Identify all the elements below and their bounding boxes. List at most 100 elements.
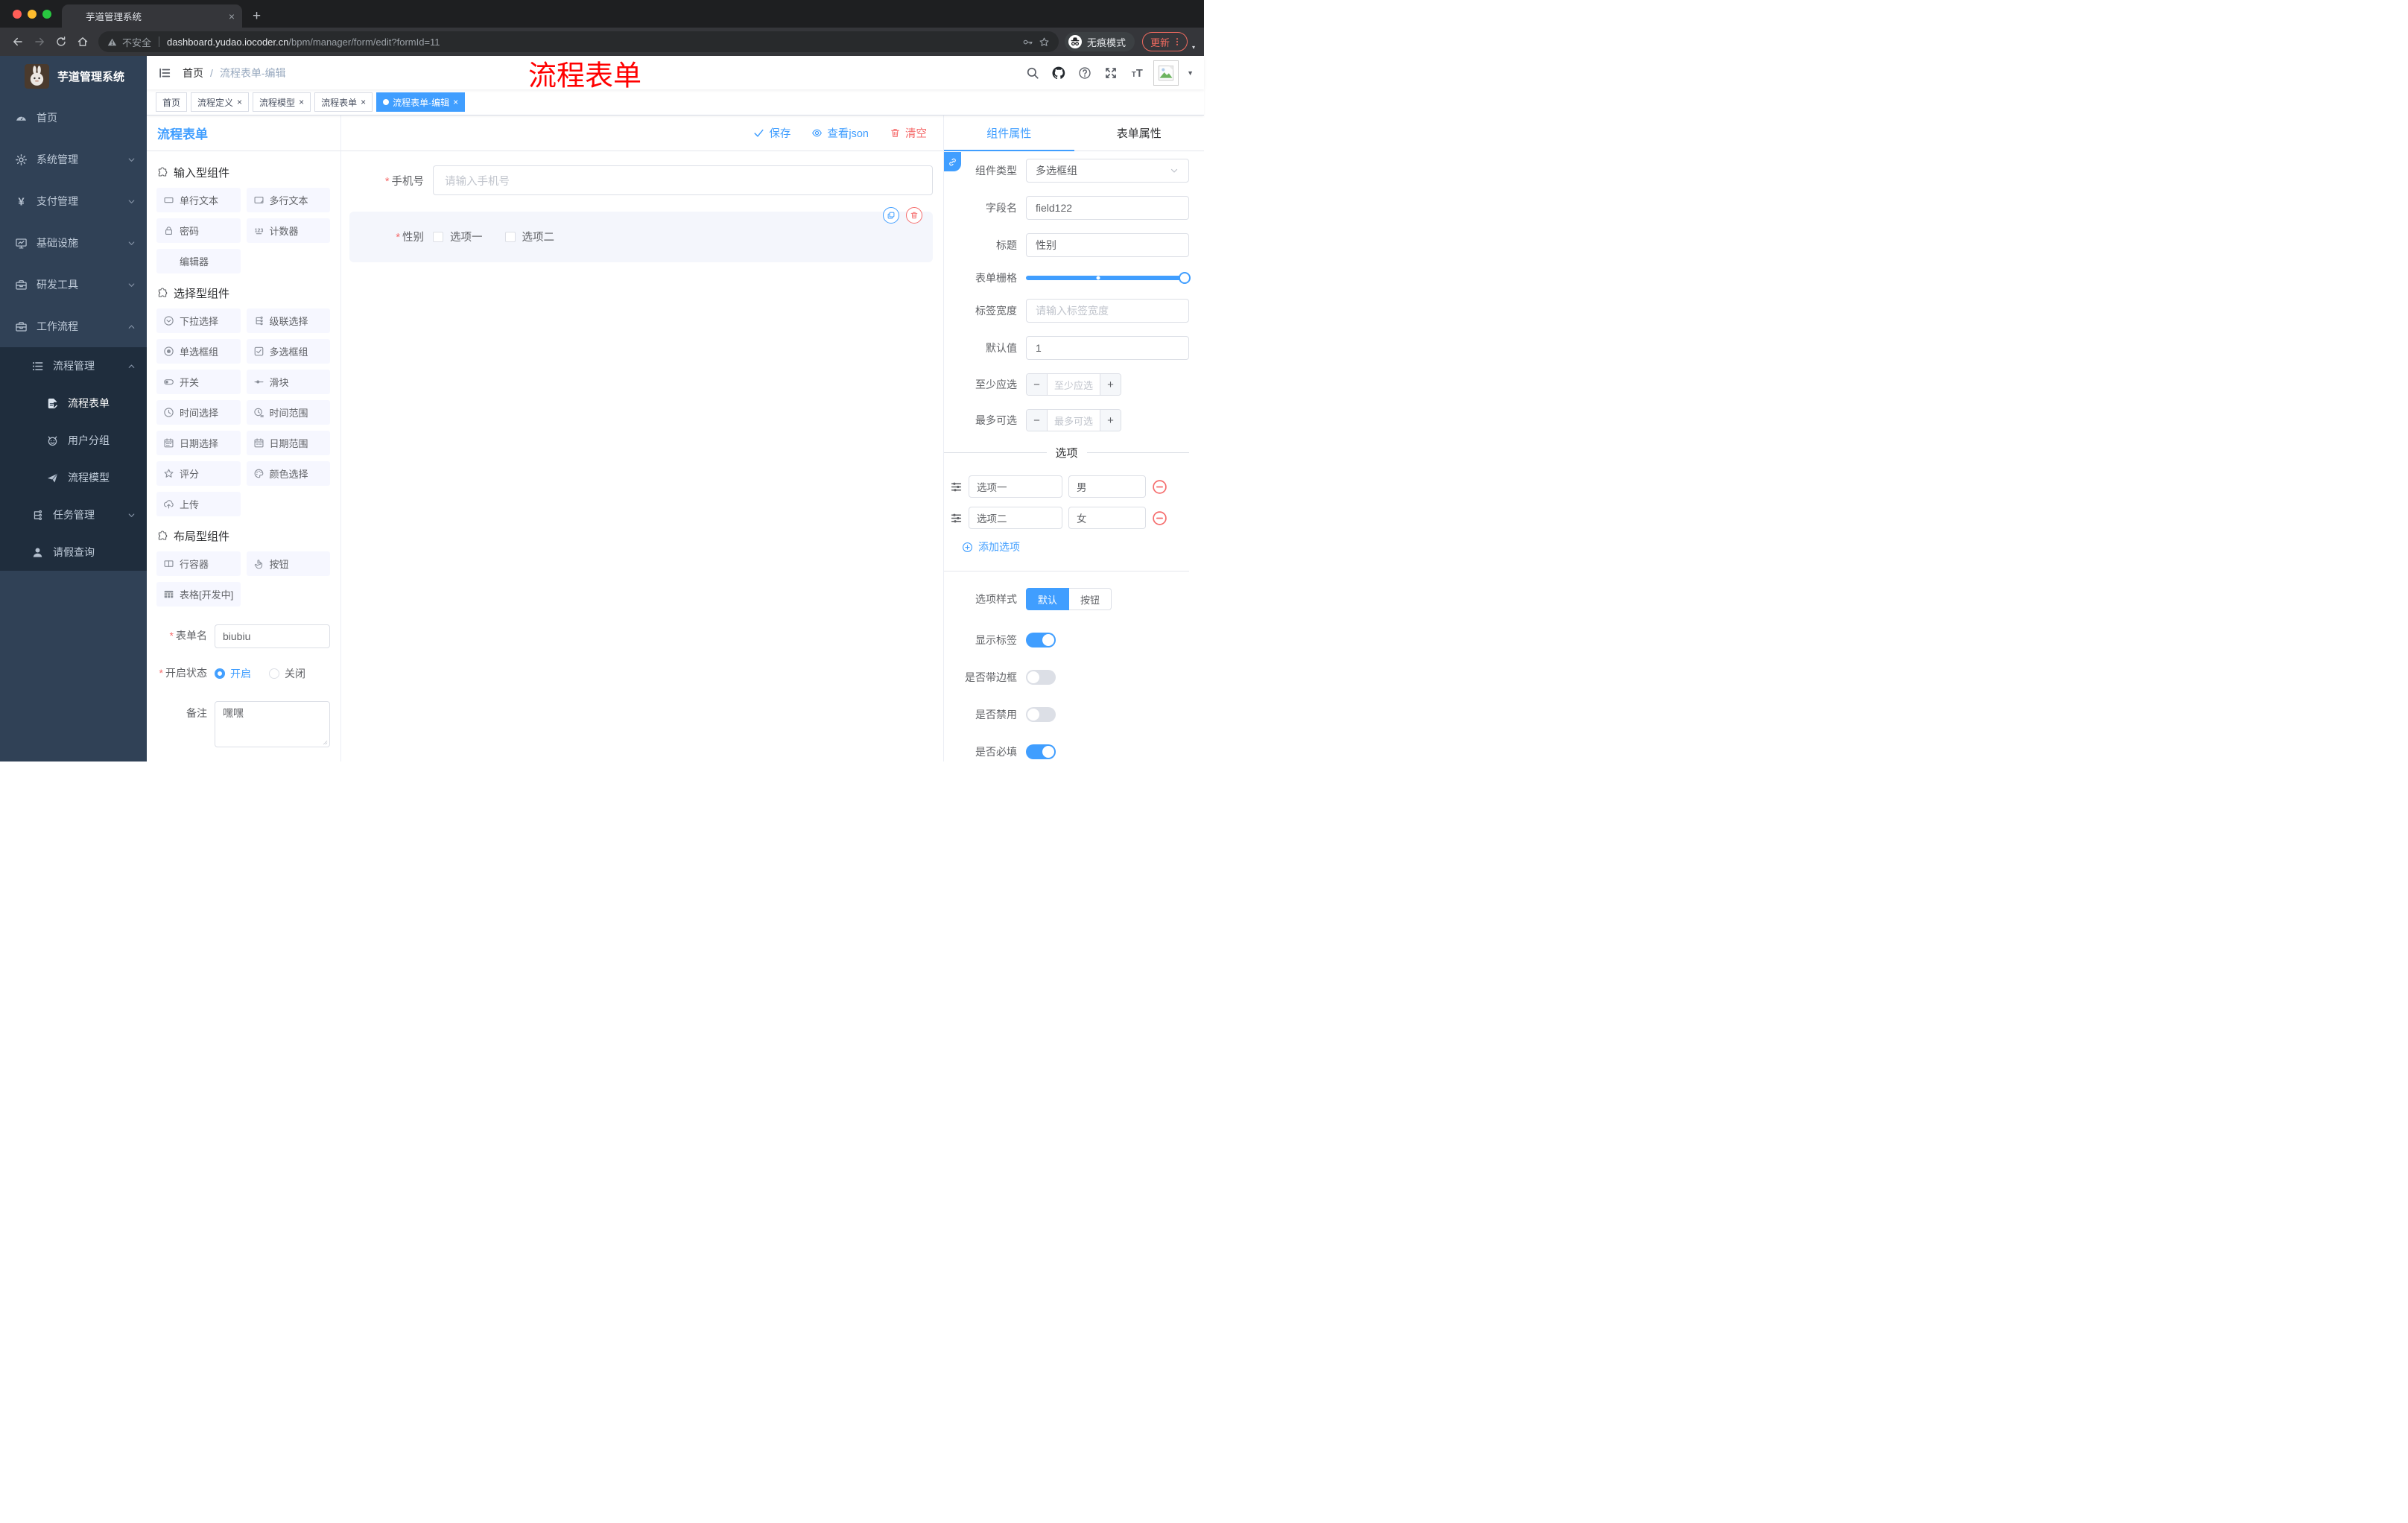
drawer-handle[interactable] [944,152,961,171]
tag-process-form[interactable]: 流程表单 × [314,92,373,112]
avatar[interactable] [1153,60,1179,86]
status-off-radio[interactable]: 关闭 [269,666,305,681]
palette-item-multi-line-text[interactable]: 多行文本 [246,188,330,212]
close-tag-icon[interactable]: × [361,98,366,107]
close-tag-icon[interactable]: × [299,98,304,107]
palette-item-upload[interactable]: 上传 [156,492,241,516]
forward-button[interactable] [29,32,49,52]
palette-item-table-dev[interactable]: 表格[开发中] [156,582,241,607]
breadcrumb-home[interactable]: 首页 [183,66,203,80]
option-label-input[interactable]: 选项一 [969,475,1062,498]
collapse-sidebar-button[interactable] [147,56,183,89]
label-width-input[interactable]: 请输入标签宽度 [1026,299,1189,323]
help-button[interactable] [1075,63,1094,83]
option-style-default-button[interactable]: 默认 [1026,588,1070,610]
option-value-input[interactable]: 男 [1068,475,1146,498]
tab-component-props[interactable]: 组件属性 [944,115,1074,151]
font-size-button[interactable]: TT [1127,63,1147,83]
sidebar-item-infrastructure[interactable]: 基础设施 [0,222,147,264]
palette-item-checkbox-group[interactable]: 多选框组 [246,339,330,364]
min-checked-input[interactable]: 至少应选 [1048,374,1100,395]
form-remark-textarea[interactable]: 嘿嘿 [215,701,330,747]
bookmark-star-icon[interactable] [1039,37,1050,48]
palette-item-date-picker[interactable]: 日期选择 [156,431,241,455]
close-tag-icon[interactable]: × [237,98,242,107]
palette-item-date-range[interactable]: 日期范围 [246,431,330,455]
phone-field-row[interactable]: * 手机号 请输入手机号 [349,165,933,195]
disabled-toggle[interactable] [1026,707,1056,722]
save-button[interactable]: 保存 [753,125,790,141]
new-tab-button[interactable]: + [253,9,261,23]
gender-option-2[interactable]: 选项二 [504,229,554,244]
sidebar-item-user-group[interactable]: 用户分组 [0,422,147,459]
back-button[interactable] [7,32,28,52]
palette-item-radio-group[interactable]: 单选框组 [156,339,241,364]
max-checked-input[interactable]: 最多可选 [1048,410,1100,431]
resize-handle-icon[interactable] [321,738,328,745]
palette-item-time-range[interactable]: 时间范围 [246,400,330,425]
stepper-plus-button[interactable]: + [1100,374,1121,395]
github-button[interactable] [1049,63,1068,83]
palette-item-switch[interactable]: 开关 [156,370,241,394]
stepper-minus-button[interactable]: − [1027,374,1048,395]
add-option-button[interactable]: 添加选项 [962,539,1189,554]
browser-tab[interactable]: 芋道管理系统 × [62,4,242,28]
sidebar-item-leave-query[interactable]: 请假查询 [0,533,147,571]
clear-button[interactable]: 清空 [890,125,927,141]
sidebar-item-payment[interactable]: ¥ 支付管理 [0,180,147,222]
browser-update-button[interactable]: 更新 [1141,32,1188,51]
palette-item-password[interactable]: 密码 [156,218,241,243]
sidebar-item-devtools[interactable]: 研发工具 [0,264,147,305]
search-button[interactable] [1023,63,1042,83]
palette-item-button[interactable]: 按钮 [246,551,330,576]
sidebar-item-home[interactable]: 首页 [0,97,147,139]
palette-item-single-line-text[interactable]: 单行文本 [156,188,241,212]
field-name-input[interactable]: field122 [1026,196,1189,220]
palette-item-time-picker[interactable]: 时间选择 [156,400,241,425]
slider-handle[interactable] [1179,272,1191,284]
avatar-caret-icon[interactable]: ▼ [1187,69,1194,77]
remove-option-button[interactable] [1152,479,1167,495]
status-on-radio[interactable]: 开启 [215,666,251,681]
default-value-input[interactable]: 1 [1026,336,1189,360]
home-button[interactable] [72,32,92,52]
close-tab-icon[interactable]: × [229,11,235,22]
tab-form-props[interactable]: 表单属性 [1074,115,1205,151]
sidebar-item-system[interactable]: 系统管理 [0,139,147,180]
password-key-icon[interactable] [1022,37,1033,48]
palette-item-cascader[interactable]: 级联选择 [246,308,330,333]
palette-item-editor[interactable]: 编辑器 [156,249,241,273]
minimize-window-button[interactable] [28,9,37,19]
title-input[interactable]: 性别 [1026,233,1189,257]
close-tag-icon[interactable]: × [453,98,458,107]
component-type-select[interactable]: 多选框组 [1026,159,1189,183]
view-json-button[interactable]: 查看json [811,125,869,141]
tag-process-form-edit[interactable]: 流程表单-编辑 × [376,92,466,112]
copy-widget-button[interactable] [883,207,899,224]
sidebar-item-process-form[interactable]: 流程表单 [0,384,147,422]
reload-button[interactable] [51,32,71,52]
palette-item-color-picker[interactable]: 颜色选择 [246,461,330,486]
zoom-window-button[interactable] [42,9,51,19]
sidebar-logo[interactable]: 芋道管理系统 [0,56,147,97]
gender-option-1[interactable]: 选项一 [433,229,483,244]
sidebar-item-task-mgmt[interactable]: 任务管理 [0,496,147,533]
show-label-toggle[interactable] [1026,633,1056,647]
palette-item-counter[interactable]: 123 计数器 [246,218,330,243]
palette-item-slider[interactable]: 滑块 [246,370,330,394]
checkbox[interactable] [504,231,516,242]
option-style-button-button[interactable]: 按钮 [1069,588,1112,610]
profile-caret-icon[interactable]: ▾ [1192,44,1195,51]
tag-home[interactable]: 首页 [156,92,188,112]
palette-item-row-container[interactable]: 行容器 [156,551,241,576]
phone-input[interactable]: 请输入手机号 [433,165,933,195]
checkbox[interactable] [433,231,443,242]
sidebar-item-process-mgmt[interactable]: 流程管理 [0,347,147,384]
form-name-input[interactable]: biubiu [215,624,330,648]
stepper-plus-button[interactable]: + [1100,410,1121,431]
close-window-button[interactable] [13,9,22,19]
sidebar-item-process-model[interactable]: 流程模型 [0,459,147,496]
required-toggle[interactable] [1026,744,1056,759]
tag-process-model[interactable]: 流程模型 × [253,92,311,112]
palette-item-rate[interactable]: 评分 [156,461,241,486]
